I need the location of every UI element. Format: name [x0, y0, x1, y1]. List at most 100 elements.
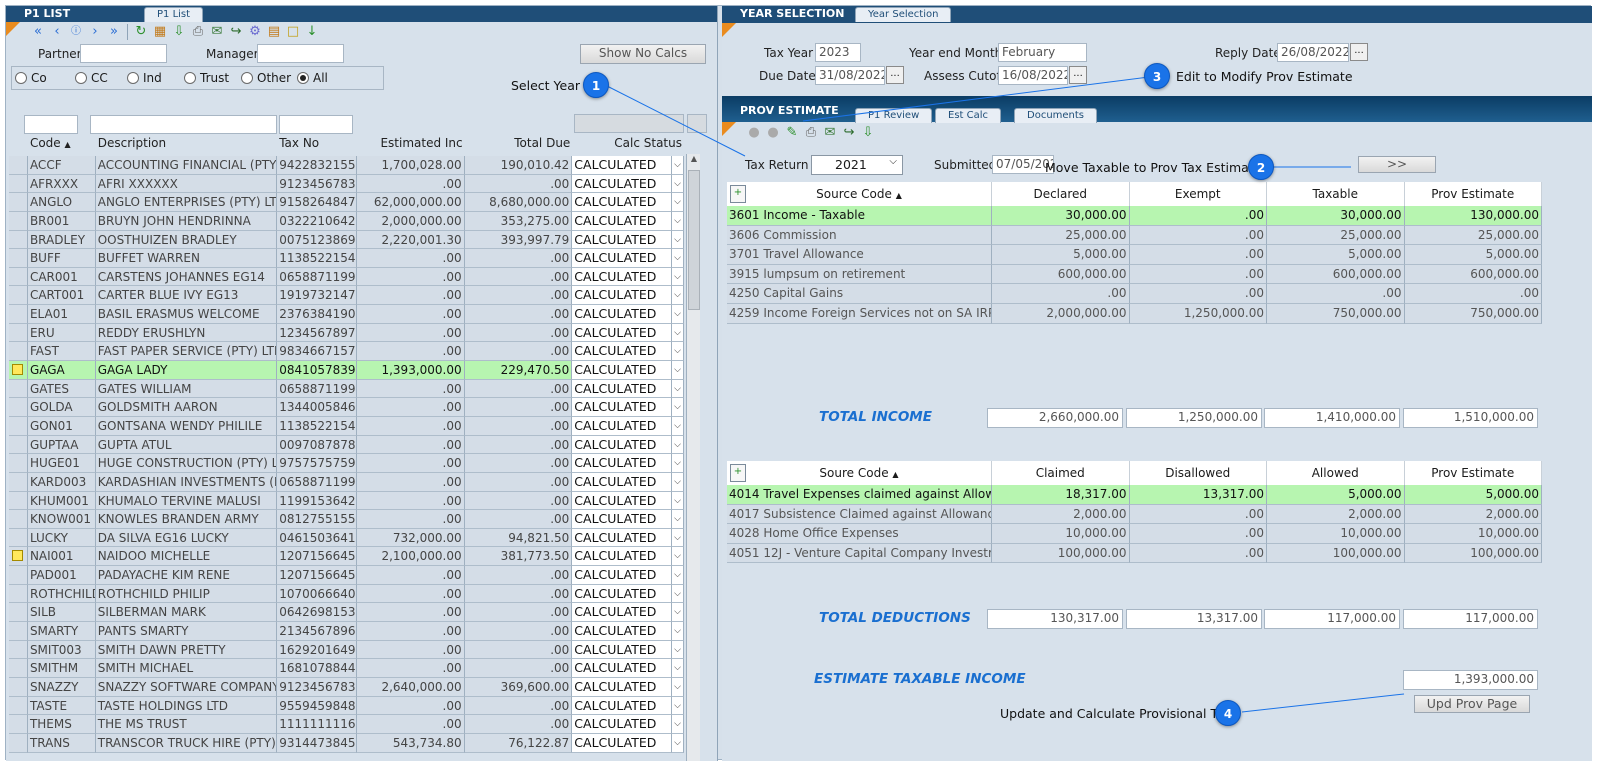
status-dropdown-icon[interactable]: ⌵: [672, 547, 684, 567]
col-claimed[interactable]: Claimed: [992, 461, 1130, 485]
deduction-row[interactable]: 4014 Travel Expenses claimed against All…: [727, 485, 1542, 505]
email-icon[interactable]: ✉: [822, 125, 838, 141]
show-no-calcs-button[interactable]: Show No Calcs: [580, 44, 706, 64]
status-dropdown-icon[interactable]: ⌵: [672, 510, 684, 529]
cancel-icon[interactable]: ●: [765, 125, 781, 141]
cell-calc-status[interactable]: CALCULATED: [572, 733, 672, 753]
filter-description-input[interactable]: [90, 115, 277, 134]
status-dropdown-icon[interactable]: ⌵: [672, 622, 684, 641]
cell-calc-status[interactable]: CALCULATED: [572, 622, 672, 641]
table-row[interactable]: KNOW001 KNOWLES BRANDEN ARMY 0812755155.00…: [9, 510, 684, 529]
status-dropdown-icon[interactable]: ⌵: [672, 305, 684, 324]
deduction-row[interactable]: 4017 Subsistence Claimed against Allowan…: [727, 504, 1542, 525]
manager-input[interactable]: [257, 44, 344, 63]
filter-code-input[interactable]: [24, 115, 78, 134]
status-dropdown-icon[interactable]: ⌵: [672, 156, 684, 175]
calendar-icon[interactable]: ▤: [266, 24, 282, 40]
col-allowed[interactable]: Allowed: [1267, 461, 1405, 485]
grid-icon[interactable]: ▦: [152, 24, 168, 40]
col-taxno[interactable]: Tax No: [277, 136, 357, 156]
tab-documents[interactable]: Documents: [1014, 108, 1098, 123]
cell-calc-status[interactable]: CALCULATED: [572, 361, 672, 380]
filter-status-select[interactable]: [574, 114, 684, 133]
status-dropdown-icon[interactable]: ⌵: [672, 603, 684, 623]
cell-calc-status[interactable]: CALCULATED: [572, 398, 672, 417]
table-row[interactable]: ERU REDDY ERUSHLYN 1234567897.00.00 CALCULA…: [9, 323, 684, 343]
col-disallowed[interactable]: Disallowed: [1130, 461, 1267, 485]
table-row[interactable]: ANGLO ANGLO ENTERPRISES (PTY) LTD 91582648…: [9, 193, 684, 212]
col-code[interactable]: Code ▲: [28, 136, 96, 156]
status-dropdown-icon[interactable]: ⌵: [672, 323, 684, 343]
radio-ind[interactable]: Ind: [127, 71, 162, 85]
table-row[interactable]: CART001 CARTER BLUE IVY EG13 1919732147.00…: [9, 286, 684, 306]
col-description[interactable]: Description: [96, 136, 277, 156]
table-row[interactable]: GAGA GAGA LADY 0841057839 1,393,000.00 229,4…: [9, 361, 684, 380]
cell-calc-status[interactable]: CALCULATED: [572, 211, 672, 231]
scroll-thumb[interactable]: [688, 170, 700, 310]
cell-calc-status[interactable]: CALCULATED: [572, 603, 672, 623]
move-to-prov-estimate-button[interactable]: >>: [1358, 156, 1436, 173]
cell-calc-status[interactable]: CALCULATED: [572, 230, 672, 250]
col-taxable[interactable]: Taxable: [1267, 182, 1405, 206]
table-row[interactable]: FAST FAST PAPER SERVICE (PTY) LTD 98346671…: [9, 342, 684, 362]
cell-prov-estimate[interactable]: 100,000.00: [1404, 543, 1542, 564]
cell-calc-status[interactable]: CALCULATED: [572, 510, 672, 529]
status-dropdown-icon[interactable]: ⌵: [672, 416, 684, 436]
status-dropdown-icon[interactable]: ⌵: [672, 230, 684, 250]
table-row[interactable]: CAR001 CARSTENS JOHANNES EG14 0658871199.0…: [9, 267, 684, 287]
table-row[interactable]: GATES GATES WILLIAM 0658871199.00.00 CALCUL…: [9, 379, 684, 399]
status-dropdown-icon[interactable]: ⌵: [672, 249, 684, 268]
table-row[interactable]: AFRXXX AFRI XXXXXX 9123456783.00.00 CALCULA…: [9, 174, 684, 194]
partner-input[interactable]: [80, 44, 167, 63]
table-row[interactable]: SMARTY PANTS SMARTY 2134567896.00.00 CALCUL…: [9, 622, 684, 641]
status-dropdown-icon[interactable]: ⌵: [672, 435, 684, 455]
table-row[interactable]: GOLDA GOLDSMITH AARON 1344005846.00.00 CALC…: [9, 398, 684, 417]
income-row[interactable]: 3606 Commission 25,000.00.00 25,000.00 25,0…: [727, 225, 1542, 246]
table-row[interactable]: SILB SILBERMAN MARK 0642698153.00.00 CALCUL…: [9, 603, 684, 623]
cell-calc-status[interactable]: CALCULATED: [572, 156, 672, 175]
p1-grid-scrollbar[interactable]: ▲: [686, 154, 700, 761]
last-record-icon[interactable]: »: [106, 24, 122, 40]
table-row[interactable]: SMITHM SMITH MICHAEL 1681078844.00.00 CALCU…: [9, 659, 684, 678]
col-exempt[interactable]: Exempt: [1130, 182, 1267, 206]
add-row-icon[interactable]: +: [730, 185, 746, 203]
col-calc-status[interactable]: Calc Status: [572, 136, 684, 156]
table-row[interactable]: HUGE01 HUGE CONSTRUCTION (PTY) LT 97575757…: [9, 454, 684, 473]
cell-calc-status[interactable]: CALCULATED: [572, 174, 672, 194]
filter-taxno-input[interactable]: [279, 115, 353, 134]
prev-record-icon[interactable]: ‹: [49, 24, 65, 40]
cell-calc-status[interactable]: CALCULATED: [572, 528, 672, 548]
cell-calc-status[interactable]: CALCULATED: [572, 286, 672, 306]
table-row[interactable]: ELA01 BASIL ERASMUS WELCOME 2376384190.00.…: [9, 305, 684, 324]
status-dropdown-icon[interactable]: ⌵: [672, 454, 684, 473]
cell-calc-status[interactable]: CALCULATED: [572, 305, 672, 324]
status-dropdown-icon[interactable]: ⌵: [672, 361, 684, 380]
cell-prov-estimate[interactable]: 5,000.00: [1404, 485, 1542, 505]
table-row[interactable]: GUPTAA GUPTA ATUL 0097087878.00.00 CALCULAT…: [9, 435, 684, 455]
add-row-icon[interactable]: +: [730, 464, 746, 482]
note-icon[interactable]: [12, 550, 23, 562]
cell-calc-status[interactable]: CALCULATED: [572, 454, 672, 473]
status-dropdown-icon[interactable]: ⌵: [672, 193, 684, 212]
edit-icon[interactable]: ✎: [784, 125, 800, 141]
cell-prov-estimate[interactable]: 750,000.00: [1404, 303, 1542, 324]
table-row[interactable]: TRANS TRANSCOR TRUCK HIRE (PTY) L 93144738…: [9, 733, 684, 753]
cell-prov-estimate[interactable]: 5,000.00: [1404, 245, 1542, 265]
cell-prov-estimate[interactable]: 2,000.00: [1404, 504, 1542, 525]
status-dropdown-icon[interactable]: ⌵: [672, 677, 684, 697]
print-icon[interactable]: ⎙: [803, 125, 819, 141]
status-dropdown-icon[interactable]: ⌵: [672, 379, 684, 399]
radio-all[interactable]: All: [297, 71, 328, 85]
import-icon[interactable]: ↪: [841, 125, 857, 141]
cell-calc-status[interactable]: CALCULATED: [572, 715, 672, 734]
tab-p1-review[interactable]: P1 Review: [855, 108, 933, 123]
cell-calc-status[interactable]: CALCULATED: [572, 267, 672, 287]
table-row[interactable]: ACCF ACCOUNTING FINANCIAL (PTY) L 94228321…: [9, 156, 684, 175]
cell-calc-status[interactable]: CALCULATED: [572, 640, 672, 660]
table-row[interactable]: KHUM001 KHUMALO TERVINE MALUSI 1199153642.…: [9, 491, 684, 511]
status-dropdown-icon[interactable]: ⌵: [672, 566, 684, 585]
income-row[interactable]: 3601 Income - Taxable 30,000.00.00 30,000.…: [727, 206, 1542, 226]
cell-calc-status[interactable]: CALCULATED: [572, 566, 672, 585]
cell-calc-status[interactable]: CALCULATED: [572, 547, 672, 567]
cell-calc-status[interactable]: CALCULATED: [572, 472, 672, 492]
